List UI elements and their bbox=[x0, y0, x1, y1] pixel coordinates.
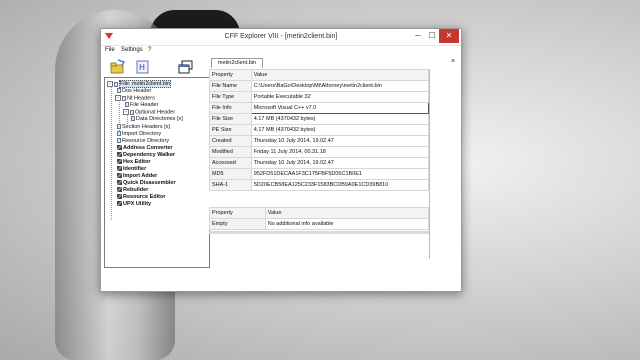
tree-item-hex-editor[interactable]: Hex Editor bbox=[117, 159, 151, 166]
table-header-row: Property Value bbox=[209, 207, 430, 219]
page-icon bbox=[122, 95, 126, 101]
document-close-button[interactable]: × bbox=[451, 58, 455, 65]
tree-item-nt-headers[interactable]: − Nt Headers bbox=[115, 95, 155, 102]
tree-item-import-directory[interactable]: Import Directory bbox=[117, 131, 161, 138]
tree-item-address-converter[interactable]: Address Converter bbox=[117, 145, 173, 152]
extra-info-table[interactable]: Property Value Empty No additional info … bbox=[209, 207, 430, 230]
table-row[interactable]: Accessed Thursday 10 July 2014, 19.02.47 bbox=[209, 157, 430, 169]
collapse-icon[interactable]: − bbox=[107, 81, 113, 87]
table-row[interactable]: PE Size 4.17 MB (4370432 bytes) bbox=[209, 124, 430, 136]
window-title: CFF Explorer VIII - [metin2client.bin] bbox=[224, 33, 338, 40]
tree-item-resource-editor[interactable]: Resource Editor bbox=[117, 194, 165, 201]
tree-item-dos-header[interactable]: Dos Header bbox=[117, 88, 151, 95]
title-bar[interactable]: CFF Explorer VIII - [metin2client.bin] ─… bbox=[101, 29, 461, 46]
table-row[interactable]: Empty No additional info available bbox=[209, 218, 430, 230]
tree-item-quick-disassembler[interactable]: Quick Disassembler bbox=[117, 180, 176, 187]
collapse-icon[interactable]: − bbox=[115, 95, 121, 101]
menu-help[interactable]: ? bbox=[148, 47, 151, 53]
page-icon bbox=[130, 109, 134, 115]
hex-icon[interactable]: H bbox=[134, 59, 152, 76]
tool-icon bbox=[117, 180, 122, 186]
app-window: CFF Explorer VIII - [metin2client.bin] ─… bbox=[100, 28, 462, 292]
page-icon bbox=[117, 124, 121, 130]
table-row[interactable]: SHA-1 5D20ECB58EA125C233F1583BCDB9A0E1CD3… bbox=[209, 179, 430, 191]
table-row[interactable]: MD5 952FD51DECAA1F3C175FBF5D05C1B0E1 bbox=[209, 168, 430, 180]
menu-bar: File Settings ? bbox=[101, 46, 461, 56]
tree-item-section-headers[interactable]: Section Headers [x] bbox=[117, 124, 170, 131]
tool-icon bbox=[117, 194, 122, 200]
svg-text:H: H bbox=[139, 63, 145, 72]
tree-item-identifier[interactable]: Identifier bbox=[117, 166, 146, 173]
folder-icon bbox=[117, 131, 121, 137]
table-row[interactable]: File Size 4.17 MB (4370432 bytes) bbox=[209, 113, 430, 125]
column-header-value[interactable]: Value bbox=[250, 69, 430, 81]
minimize-button[interactable]: ─ bbox=[411, 29, 425, 43]
tree-item-rebuilder[interactable]: Rebuilder bbox=[117, 187, 148, 194]
tree-item-import-adder[interactable]: Import Adder bbox=[117, 173, 157, 180]
maximize-button[interactable]: ☐ bbox=[425, 29, 439, 43]
tab-metin2client[interactable]: metin2client.bin bbox=[211, 58, 263, 68]
tree-item-resource-directory[interactable]: Resource Directory bbox=[117, 138, 169, 145]
tree-item-file-header[interactable]: File Header bbox=[125, 102, 158, 109]
properties-table[interactable]: Property Value File Name C:\Users\BaGo\De… bbox=[209, 69, 430, 191]
tree-item-upx-utility[interactable]: UPX Utility bbox=[117, 201, 151, 208]
tool-icon bbox=[117, 173, 122, 179]
column-header-property[interactable]: Property bbox=[209, 69, 252, 81]
page-icon bbox=[117, 88, 121, 94]
table-row[interactable]: Modified Friday 11 July 2014, 00.31.18 bbox=[209, 146, 430, 158]
menu-settings[interactable]: Settings bbox=[121, 47, 143, 53]
table-row[interactable]: File Name C:\Users\BaGo\Desktop\Mt\Attorn… bbox=[209, 80, 430, 92]
tool-icon bbox=[117, 187, 122, 193]
panel-splitter[interactable] bbox=[209, 231, 429, 234]
column-header-property[interactable]: Property bbox=[209, 207, 266, 219]
folder-icon bbox=[117, 138, 121, 144]
tree-item-dependency-walker[interactable]: Dependency Walker bbox=[117, 152, 175, 159]
file-properties-panel: Property Value File Name C:\Users\BaGo\De… bbox=[209, 69, 430, 228]
tree-item-data-directories[interactable]: Data Directories [x] bbox=[131, 116, 183, 123]
column-header-value[interactable]: Value bbox=[264, 207, 430, 219]
tool-icon bbox=[117, 145, 122, 151]
windows-icon[interactable] bbox=[177, 59, 195, 76]
table-header-row: Property Value bbox=[209, 69, 430, 81]
table-row[interactable]: File Info Microsoft Visual C++ v7.0 bbox=[209, 102, 430, 114]
table-row[interactable]: File Type Portable Executable 32 bbox=[209, 91, 430, 103]
tree-item-optional-header[interactable]: − Optional Header bbox=[123, 109, 175, 116]
collapse-icon[interactable]: − bbox=[123, 109, 129, 115]
tool-icon bbox=[117, 159, 122, 165]
panel-border bbox=[429, 69, 430, 259]
menu-file[interactable]: File bbox=[105, 47, 115, 53]
open-icon[interactable] bbox=[109, 59, 127, 76]
page-icon bbox=[131, 116, 135, 122]
tool-icon bbox=[117, 201, 122, 207]
file-icon bbox=[114, 81, 118, 87]
table-row[interactable]: Created Thursday 10 July 2014, 19.02.47 bbox=[209, 135, 430, 147]
tool-icon bbox=[117, 166, 122, 172]
tree-item-file[interactable]: − File: metin2client.bin bbox=[107, 80, 172, 89]
page-icon bbox=[125, 102, 129, 108]
close-button[interactable]: ✕ bbox=[439, 29, 459, 43]
structure-tree[interactable]: − File: metin2client.bin Dos Header − Nt H… bbox=[104, 77, 210, 268]
tool-icon bbox=[117, 152, 122, 158]
